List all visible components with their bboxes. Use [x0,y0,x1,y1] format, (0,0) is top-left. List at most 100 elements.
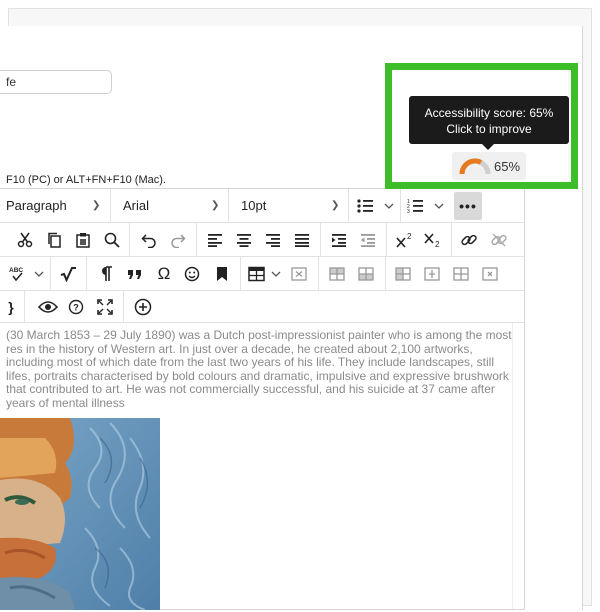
svg-text:2: 2 [407,232,412,241]
toolbar-separator [129,223,130,257]
paste-button[interactable] [72,225,94,255]
bullet-list-button[interactable] [354,191,398,221]
bullet-list-icon [357,199,394,213]
cut-button[interactable] [14,225,36,255]
bookmark-button[interactable] [211,259,233,289]
spellcheck-button[interactable]: ABC [6,259,46,289]
font-size-label: 10pt [241,198,267,213]
align-justify-button[interactable] [291,225,313,255]
toolbar-separator [24,291,25,323]
preview-icon [38,301,58,313]
math-icon [60,267,76,282]
accessibility-gauge-icon [459,158,491,175]
font-family-label: Arial [123,198,150,213]
source-code-button[interactable]: } [2,292,20,322]
delete-row-button[interactable] [355,259,377,289]
copy-icon [48,232,61,248]
spellcheck-icon: ABC [9,267,44,282]
accessibility-score-button[interactable]: 65% [452,152,526,180]
chevron-down-icon: ❯ [331,200,340,211]
insert-col-before-button[interactable] [392,259,414,289]
delete-row-icon [358,267,374,281]
find-button[interactable] [101,225,123,255]
accessibility-score-value: 65% [494,159,521,174]
outdent-icon [361,234,375,247]
unlink-button[interactable] [488,225,510,255]
quote-icon [128,270,141,279]
indent-button[interactable] [328,225,350,255]
toolbar-separator [196,223,197,257]
align-center-button[interactable] [233,225,255,255]
font-family-dropdown[interactable]: Arial ❯ [111,189,229,223]
numbered-list-icon: 123 [407,199,444,214]
delete-col-icon [482,267,498,281]
align-left-button[interactable] [204,225,226,255]
delete-table-icon [291,267,307,281]
unlink-icon [491,233,507,247]
painting-graphic [0,418,160,610]
blockquote-button[interactable] [124,259,146,289]
undo-icon [141,234,156,248]
toolbar-separator [386,223,387,257]
redo-button[interactable] [167,225,189,255]
toolbar-separator [50,257,51,291]
copy-button[interactable] [43,225,65,255]
toolbar-separator [240,257,241,291]
toolbar-row-2: 2 2 [0,223,524,257]
indent-icon [332,234,346,247]
special-character-button[interactable]: Ω [153,259,175,289]
redo-icon [171,234,186,248]
body-paragraph: (30 March 1853 – 29 July 1890) was a Dut… [6,328,512,410]
table-button[interactable] [246,259,284,289]
paragraph-mark-button[interactable] [95,259,117,289]
title-input[interactable]: fe [0,70,112,94]
toolbar-separator [451,223,452,257]
superscript-icon: 2 [396,232,412,248]
help-button[interactable]: ? [65,292,87,322]
table-icon [248,266,281,282]
emoji-button[interactable] [181,259,203,289]
font-size-dropdown[interactable]: 10pt ❯ [229,189,349,223]
align-right-icon [266,234,280,247]
insert-row-button[interactable] [326,259,348,289]
svg-text:?: ? [73,303,79,313]
insert-col-after-button[interactable] [421,259,443,289]
fullscreen-button[interactable] [94,292,116,322]
undo-button[interactable] [138,225,160,255]
superscript-button[interactable]: 2 [393,225,417,255]
toolbar-separator [86,257,87,291]
insert-col-after-icon [424,267,440,281]
subscript-button[interactable]: 2 [421,225,445,255]
insert-row-icon [329,267,345,281]
tooltip-subtitle: Click to improve [446,122,532,136]
align-left-icon [208,234,222,247]
editor-scrollbar[interactable] [512,323,524,609]
toolbar-row-4: } ? [0,291,524,323]
math-button[interactable] [57,259,79,289]
fullscreen-icon [97,299,113,315]
align-right-button[interactable] [262,225,284,255]
emoji-icon [184,266,200,282]
tooltip-title: Accessibility score: 65% [424,106,554,120]
block-format-dropdown[interactable]: Paragraph ❯ [0,189,111,223]
more-options-button[interactable]: ••• [454,192,482,220]
link-button[interactable] [458,225,480,255]
source-code-icon: } [8,299,14,315]
insert-col-button[interactable] [450,259,472,289]
svg-text:3: 3 [407,209,410,214]
chevron-down-icon: ❯ [92,200,101,211]
link-icon [461,234,477,246]
delete-table-button[interactable] [288,259,310,289]
outdent-button[interactable] [357,225,379,255]
find-icon [104,232,120,248]
numbered-list-button[interactable]: 123 [404,191,448,221]
delete-col-button[interactable] [479,259,501,289]
cut-icon [17,232,33,248]
help-icon: ? [68,299,84,315]
align-center-icon [237,234,251,247]
add-content-button[interactable] [132,292,154,322]
subscript-icon: 2 [424,233,440,248]
keyboard-shortcut-hint: F10 (PC) or ALT+FN+F10 (Mac). [6,174,166,186]
preview-button[interactable] [37,292,59,322]
tooltip-arrow [481,143,495,150]
